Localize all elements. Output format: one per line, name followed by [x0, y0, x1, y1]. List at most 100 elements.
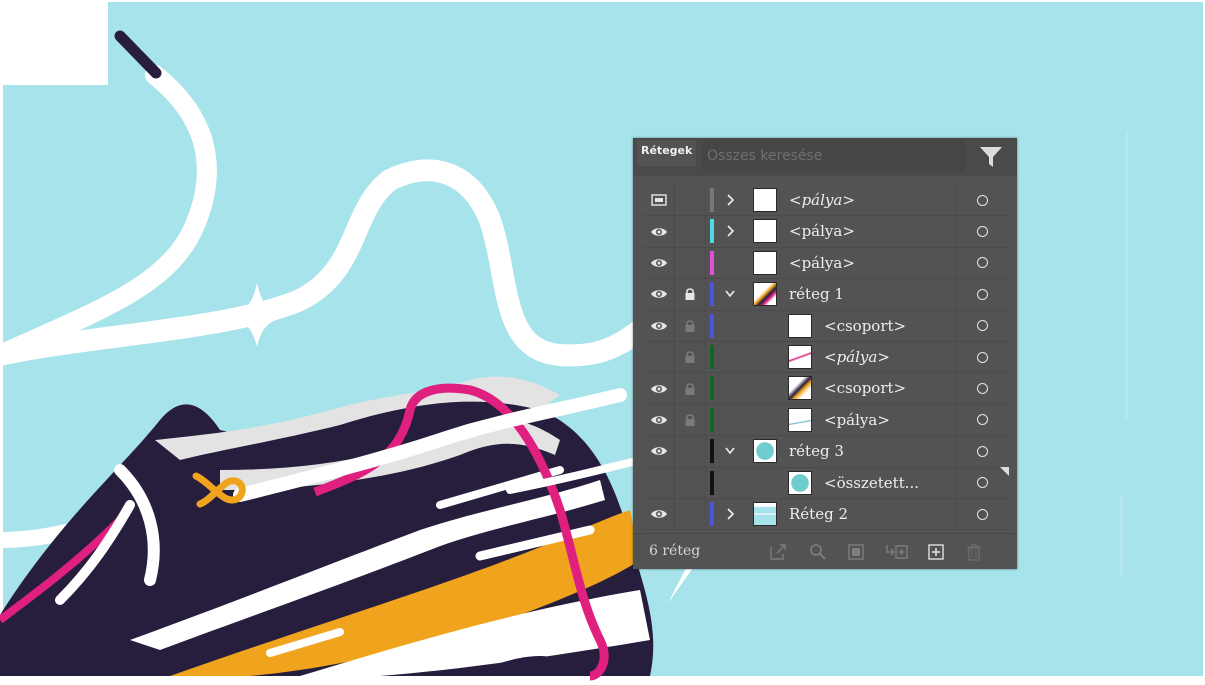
layer-thumbnail [788, 344, 812, 369]
search-icon[interactable] [809, 543, 827, 561]
layer-name[interactable]: <pálya> [824, 342, 890, 373]
layer-name[interactable]: <csoport> [824, 373, 906, 404]
lock-toggle[interactable] [675, 436, 706, 467]
layer-name[interactable]: réteg 1 [789, 279, 844, 310]
eye-icon [650, 290, 667, 299]
visibility-toggle[interactable] [643, 341, 675, 373]
layer-thumbnail [788, 313, 812, 338]
layer-row[interactable]: réteg 1 [643, 279, 1009, 311]
visibility-toggle[interactable] [643, 373, 675, 404]
layer-color-bar [710, 376, 714, 401]
layer-color-bar [710, 344, 714, 369]
visibility-toggle[interactable] [643, 498, 675, 530]
layer-thumbnail [788, 407, 812, 432]
layer-row[interactable]: <pálya> [643, 247, 1009, 280]
layer-name[interactable]: <pálya> [789, 216, 855, 247]
chevron-right-icon[interactable] [725, 224, 735, 238]
chevron-right-icon[interactable] [725, 193, 735, 207]
trash-icon[interactable] [965, 543, 983, 561]
visibility-toggle[interactable] [643, 436, 675, 467]
visibility-toggle[interactable] [643, 247, 675, 279]
layer-color-bar [710, 219, 714, 244]
target-circle[interactable] [955, 216, 1009, 247]
target-circle[interactable] [955, 310, 1009, 341]
sneaker-illustration[interactable] [0, 0, 1205, 685]
layer-name[interactable]: Réteg 2 [789, 499, 848, 530]
chevron-down-icon[interactable] [725, 444, 735, 458]
lock-toggle[interactable] [675, 404, 706, 436]
new-layer-icon[interactable] [927, 543, 945, 561]
layer-row[interactable]: <pálya> [643, 341, 1009, 374]
lock-toggle[interactable] [675, 247, 706, 279]
new-sublayer-icon[interactable] [885, 543, 909, 561]
lock-toggle[interactable] [675, 216, 706, 247]
layer-name[interactable]: <pálya> [824, 405, 890, 436]
eye-icon [650, 259, 667, 267]
eye-icon [650, 322, 667, 330]
target-ring-icon [977, 351, 988, 363]
layer-thumbnail [753, 219, 777, 244]
lock-icon [685, 351, 695, 364]
lock-toggle[interactable] [675, 498, 706, 530]
lock-toggle[interactable] [675, 185, 706, 216]
lock-toggle[interactable] [675, 373, 706, 404]
chevron-right-icon[interactable] [725, 507, 735, 521]
layer-name[interactable]: <csoport> [824, 311, 906, 342]
lock-toggle[interactable] [675, 310, 706, 341]
layer-color-bar [710, 313, 714, 338]
lock-icon [685, 414, 695, 426]
target-circle[interactable] [955, 247, 1009, 279]
visibility-toggle[interactable] [643, 310, 675, 341]
panel-header: Rétegek [633, 138, 1017, 176]
lock-toggle[interactable] [675, 467, 706, 498]
panel-tab-layers[interactable]: Rétegek [637, 140, 697, 166]
clipping-mask-icon[interactable] [847, 543, 865, 561]
layer-row[interactable]: réteg 3 [643, 436, 1009, 468]
layer-row[interactable]: <csoport> [643, 310, 1009, 342]
target-circle[interactable] [955, 404, 1009, 436]
layer-name[interactable]: réteg 3 [789, 436, 844, 467]
eye-icon [650, 416, 667, 424]
target-circle[interactable] [955, 436, 1009, 467]
target-ring-icon [977, 508, 988, 520]
eye-icon [650, 227, 667, 236]
chevron-down-icon[interactable] [725, 287, 735, 301]
visibility-toggle[interactable] [643, 404, 675, 436]
panel-footer: 6 réteg [633, 533, 1017, 569]
layer-row[interactable]: <összetett... [643, 466, 1009, 499]
export-icon[interactable] [769, 543, 787, 561]
filter-icon[interactable] [977, 144, 1005, 170]
layer-color-bar [710, 188, 714, 212]
artboard[interactable] [0, 0, 1205, 685]
target-ring-icon [977, 414, 988, 426]
visibility-toggle[interactable] [643, 216, 675, 247]
target-circle[interactable] [955, 185, 1009, 216]
layer-row[interactable]: <csoport> [643, 373, 1009, 405]
layer-name[interactable]: <pálya> [789, 185, 855, 216]
visibility-toggle[interactable] [643, 467, 675, 498]
visibility-toggle[interactable] [643, 279, 675, 310]
layer-search-input[interactable] [703, 140, 965, 172]
target-circle[interactable] [955, 373, 1009, 404]
layer-name[interactable]: <összetett... [824, 468, 919, 499]
lock-toggle[interactable] [675, 279, 706, 310]
layer-row[interactable]: <pálya> [643, 216, 1009, 248]
layer-row[interactable]: Réteg 2 [643, 498, 1009, 531]
lock-icon [685, 288, 695, 301]
layer-row[interactable]: <pálya> [643, 404, 1009, 437]
target-circle[interactable] [955, 498, 1009, 530]
layer-color-bar [710, 439, 714, 464]
layer-count: 6 réteg [649, 543, 701, 559]
target-circle[interactable] [955, 341, 1009, 373]
layer-color-bar [710, 407, 714, 432]
layers-panel: Rétegek <pálya><pálya><pálya>réteg 1<cso… [633, 138, 1017, 569]
layer-list: <pálya> <pálya> <pálya> réteg 1 <csoport> <pá… [643, 185, 1009, 531]
eye-icon [650, 510, 667, 518]
target-circle[interactable] [955, 279, 1009, 310]
layer-color-bar [710, 470, 714, 495]
visibility-toggle[interactable] [643, 185, 675, 216]
layer-name[interactable]: <pálya> [789, 248, 855, 279]
layer-row[interactable]: <pálya> [643, 185, 1009, 217]
lock-toggle[interactable] [675, 341, 706, 373]
target-ring-icon [977, 288, 988, 300]
